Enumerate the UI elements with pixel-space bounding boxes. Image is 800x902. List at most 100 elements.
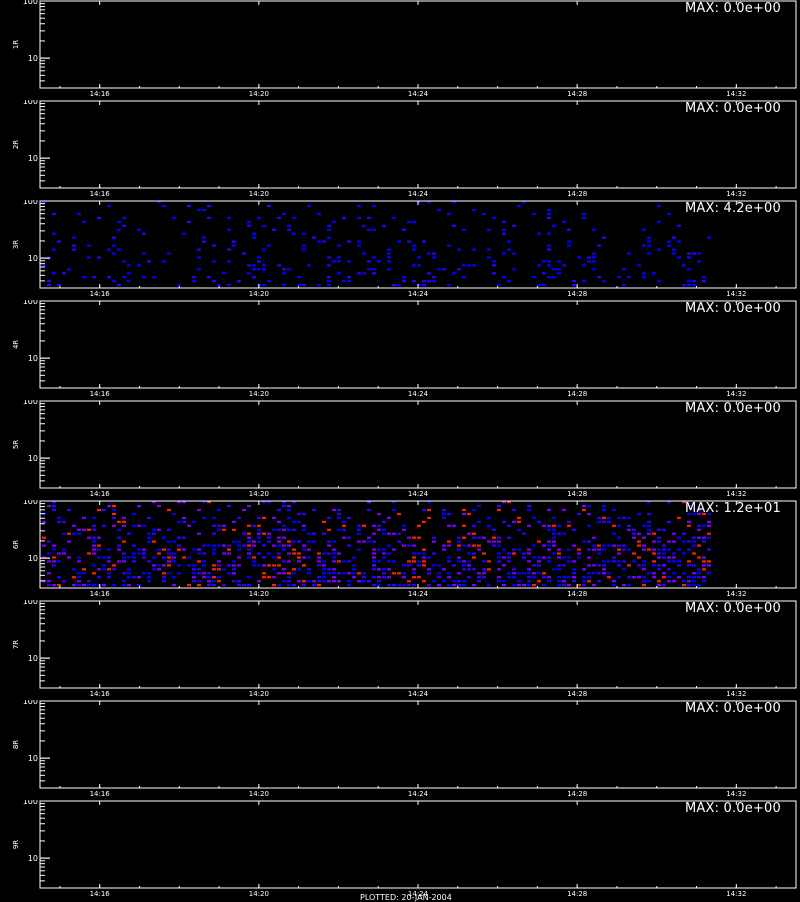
data-cell [182,516,186,519]
data-cell [457,548,461,551]
data-cell [342,524,346,527]
data-cell [542,524,546,527]
spectrogram-svg: 100 10 8R 14:16 14:20 14:24 14:28 14:32 [12,700,797,798]
data-cell [57,576,61,579]
x-tick-label: 14:16 [90,690,111,698]
data-cell [527,584,531,587]
data-cell [167,252,171,255]
data-cell [372,268,376,271]
data-cell [592,572,596,575]
data-cell [507,572,511,575]
data-cell [612,560,616,563]
data-cell [247,505,251,508]
data-cell [502,564,506,567]
data-cell [392,584,396,587]
data-cell [552,532,556,535]
data-cell [47,540,51,543]
spectrogram-svg: 100109R14:16 14:20 14:24 14:28 14:32 [12,800,797,898]
data-cell [532,544,536,547]
data-cell [217,284,221,287]
data-cell [42,264,46,267]
data-cell [422,552,426,555]
data-cell [592,260,596,263]
data-cell [87,256,91,259]
data-cell [192,280,196,283]
data-cell [617,564,621,567]
data-cell [357,240,361,243]
data-cell [387,256,391,259]
data-cell [512,252,516,255]
data-cell [562,584,566,587]
data-cell [327,224,331,227]
data-cell [482,576,486,579]
data-cell [402,276,406,279]
data-cell [402,572,406,575]
y-tick-label: 10 [28,154,38,163]
data-cell [492,216,496,219]
data-cell [562,564,566,567]
data-cell [597,244,601,247]
x-tick-label: 14:20 [249,590,269,598]
data-cell [362,224,366,227]
y-axis-label: 9R [12,840,20,849]
data-cell [392,532,396,535]
data-cell [322,576,326,579]
data-cell [277,552,281,555]
data-cell [387,584,391,587]
y-tick-label: 100 [23,300,38,306]
data-cell [162,548,166,551]
data-cell [387,560,391,563]
spectrogram-svg: 100 10 2R 14:16 14:20 14:24 14:28 14:32 [12,100,797,198]
data-cell [162,205,166,208]
data-cell [177,284,181,287]
data-cell [97,576,101,579]
data-cell [487,256,491,259]
data-cell [372,228,376,231]
data-cell [212,552,216,555]
data-cell [317,284,321,287]
data-cell [202,544,206,547]
data-cell [262,532,266,535]
data-cell [402,544,406,547]
data-cell [387,544,391,547]
data-cell [272,544,276,547]
data-cell [457,248,461,251]
data-cell [357,540,361,543]
data-cell [322,560,326,563]
data-cell [617,524,621,527]
data-cell [642,544,646,547]
data-cell [447,572,451,575]
data-cell [662,564,666,567]
data-cell [627,252,631,255]
data-cell [667,540,671,543]
data-cell [642,548,646,551]
data-cell [562,576,566,579]
data-cell [547,540,551,543]
data-cell [677,224,681,227]
data-cell [542,260,546,263]
data-cell [412,576,416,579]
spectrogram-stack: 100 10 1R 14:16 14:20 14:24 14:28 14:32 MAX: 0.0… [0,0,800,900]
data-cell [662,548,666,551]
data-cell [642,560,646,563]
data-cell [327,284,331,287]
panel-1r: 100 10 1R 14:16 14:20 14:24 14:28 14:32 MAX: 0.0… [0,0,800,100]
data-cell [312,580,316,583]
data-cell [417,536,421,539]
data-cell [662,528,666,531]
data-cell [412,244,416,247]
data-cell [572,284,576,287]
data-cell [307,568,311,571]
data-cell [587,512,591,516]
data-cell [642,244,646,247]
data-cell [287,505,291,508]
data-cell [142,232,146,235]
data-cell [117,228,121,231]
data-cell [327,516,331,519]
data-cell [67,532,71,535]
data-cell [177,544,181,547]
y-axis-label: 7R [12,640,20,649]
data-cell [347,572,351,575]
plot-frame [39,200,797,289]
data-cell [562,532,566,535]
